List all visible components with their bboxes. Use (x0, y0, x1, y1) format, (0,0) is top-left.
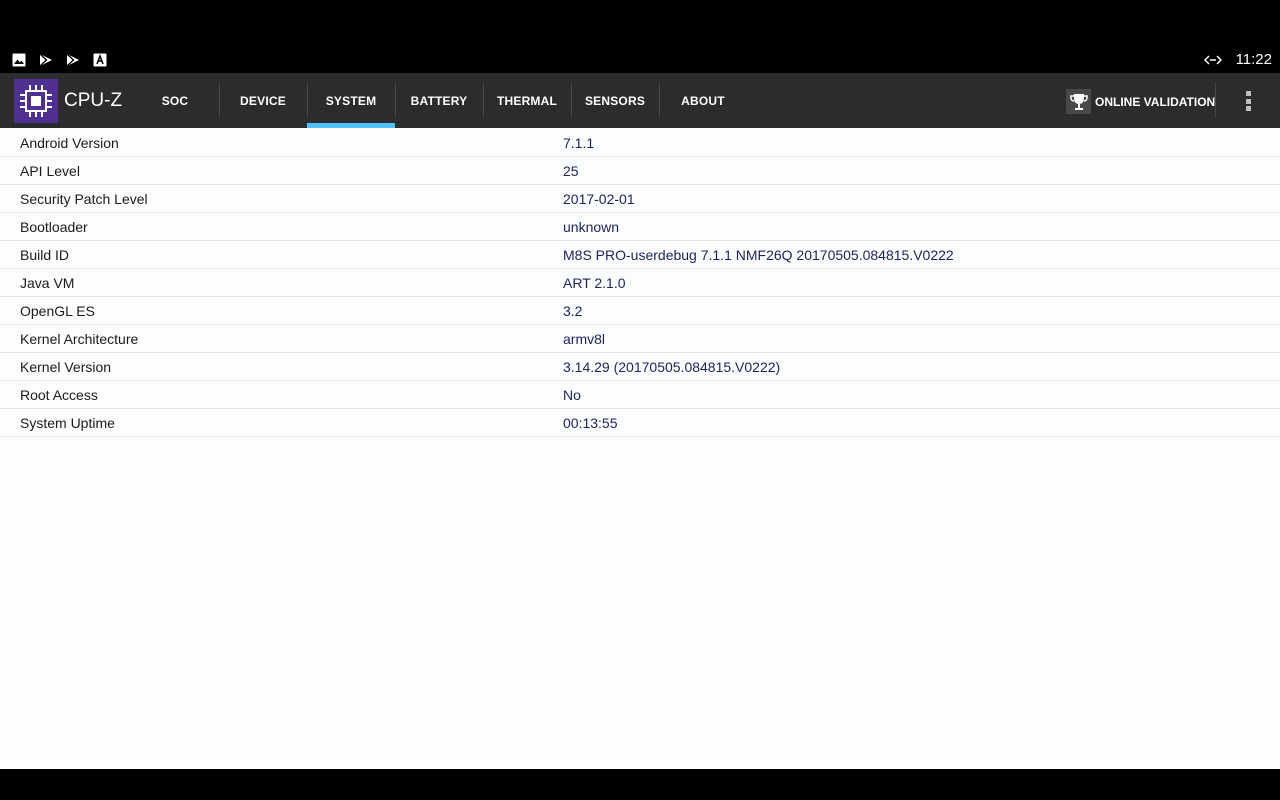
system-info-table: Android Version 7.1.1 API Level 25 Secur… (0, 129, 1280, 437)
online-validation-label: ONLINE VALIDATION (1095, 94, 1216, 109)
notification-icons (12, 53, 107, 67)
row-label: API Level (20, 163, 80, 179)
row-value: 2017-02-01 (563, 191, 635, 207)
row-label: Android Version (20, 135, 119, 151)
status-right: 11:22 (1203, 51, 1272, 68)
play-store-icon (66, 53, 79, 67)
table-row: OpenGL ES 3.2 (0, 297, 1280, 325)
tab-label: SYSTEM (325, 93, 377, 108)
status-bar: 11:22 (0, 0, 1280, 73)
row-label: Java VM (20, 275, 75, 291)
tab-battery[interactable]: BATTERY (395, 73, 483, 128)
image-icon (12, 53, 26, 67)
tab-label: BATTERY (410, 93, 468, 108)
trophy-icon (1066, 89, 1091, 114)
row-label: Kernel Version (20, 359, 112, 375)
tab-sensors[interactable]: SENSORS (571, 73, 659, 128)
navigation-bar (0, 769, 1280, 800)
row-label: Kernel Architecture (20, 331, 139, 347)
tab-thermal[interactable]: THERMAL (483, 73, 571, 128)
row-label: Root Access (20, 387, 98, 403)
tab-label: SENSORS (584, 93, 646, 108)
row-value: 25 (563, 163, 579, 179)
active-tab-indicator (307, 123, 395, 128)
table-row: Android Version 7.1.1 (0, 129, 1280, 157)
tab-label: THERMAL (496, 93, 558, 108)
tab-about[interactable]: ABOUT (659, 73, 747, 128)
network-arrows-icon (1203, 54, 1222, 65)
table-row: Java VM ART 2.1.0 (0, 269, 1280, 297)
tab-soc[interactable]: SOC (131, 73, 219, 128)
overflow-menu-icon[interactable] (1236, 89, 1260, 113)
app-bar: CPU-Z SOC DEVICE SYSTEM BATTERY THERMAL … (0, 73, 1280, 128)
row-value: unknown (563, 219, 620, 235)
row-value: 00:13:55 (563, 415, 618, 431)
row-label: Bootloader (20, 219, 88, 235)
tab-divider (1215, 83, 1216, 117)
table-row: Root Access No (0, 381, 1280, 409)
table-row: Kernel Version 3.14.29 (20170505.084815.… (0, 353, 1280, 381)
font-icon (93, 53, 107, 67)
play-store-icon (39, 53, 52, 67)
row-value: 3.2 (563, 303, 583, 319)
status-clock: 11:22 (1235, 51, 1272, 68)
table-row: API Level 25 (0, 157, 1280, 185)
cpu-z-logo-icon (14, 79, 58, 123)
table-row: Security Patch Level 2017-02-01 (0, 185, 1280, 213)
row-value: 7.1.1 (563, 135, 595, 151)
row-value: ART 2.1.0 (563, 275, 626, 291)
row-label: Security Patch Level (20, 191, 148, 207)
row-label: OpenGL ES (20, 303, 95, 319)
table-row: System Uptime 00:13:55 (0, 409, 1280, 437)
table-row: Bootloader unknown (0, 213, 1280, 241)
row-value: armv8l (563, 331, 606, 347)
tab-device[interactable]: DEVICE (219, 73, 307, 128)
tab-label: SOC (161, 93, 189, 108)
row-value: M8S PRO-userdebug 7.1.1 NMF26Q 20170505.… (563, 247, 954, 263)
row-label: Build ID (20, 247, 70, 263)
tab-label: ABOUT (681, 93, 725, 108)
table-row: Kernel Architecture armv8l (0, 325, 1280, 353)
tab-system[interactable]: SYSTEM (307, 73, 395, 128)
row-value: No (563, 387, 581, 403)
row-label: System Uptime (20, 415, 115, 431)
tab-label: DEVICE (240, 93, 286, 108)
row-value: 3.14.29 (20170505.084815.V0222) (563, 359, 781, 375)
table-row: Build ID M8S PRO-userdebug 7.1.1 NMF26Q … (0, 241, 1280, 269)
app-title: CPU-Z (64, 90, 123, 111)
online-validation-button[interactable]: ONLINE VALIDATION (1066, 89, 1215, 114)
